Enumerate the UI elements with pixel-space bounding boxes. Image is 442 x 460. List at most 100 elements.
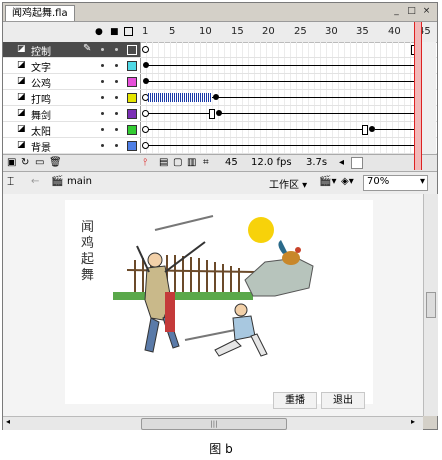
- layer-name[interactable]: 背景: [31, 139, 51, 154]
- zoom-select[interactable]: 70% ▾: [363, 175, 428, 191]
- lock-dot[interactable]: [115, 48, 118, 51]
- layer-row[interactable]: ◪ 文字: [3, 58, 437, 74]
- lock-dot[interactable]: [115, 96, 118, 99]
- layer-frames[interactable]: [141, 74, 421, 89]
- layer-name[interactable]: 文字: [31, 59, 51, 74]
- scene-name[interactable]: main: [67, 176, 92, 187]
- document-tab-bar: 闻鸡起舞.fla _ □ ×: [3, 3, 437, 22]
- onion-outline-icon[interactable]: ▢: [173, 157, 182, 168]
- frame-span: [148, 145, 416, 146]
- lock-icon[interactable]: ■: [110, 27, 119, 37]
- close-button[interactable]: ×: [420, 5, 433, 18]
- restore-button[interactable]: □: [405, 5, 418, 18]
- layer-color-swatch[interactable]: [127, 125, 137, 135]
- visibility-dot[interactable]: [101, 96, 104, 99]
- frame-number: 35: [356, 26, 369, 37]
- visibility-dot[interactable]: [101, 48, 104, 51]
- layer-color-swatch[interactable]: [127, 61, 137, 71]
- timeline-header: ● ■ 1 5 10 15 20 25 30 35 40 45: [3, 22, 437, 43]
- visibility-dot[interactable]: [101, 80, 104, 83]
- playhead[interactable]: [414, 22, 422, 170]
- frame-number: 15: [231, 26, 244, 37]
- layer-row[interactable]: ◪ 背景: [3, 138, 437, 154]
- layer-color-swatch[interactable]: [127, 141, 137, 151]
- layer-color-swatch[interactable]: [127, 45, 137, 55]
- minimize-button[interactable]: _: [390, 5, 403, 18]
- frame-end-marker: [362, 125, 368, 135]
- stage-vertical-scrollbar[interactable]: [423, 194, 438, 416]
- visibility-dot[interactable]: [101, 64, 104, 67]
- new-layer-icon[interactable]: ▣: [7, 157, 16, 168]
- layer-header[interactable]: ◪ 公鸡: [3, 74, 141, 90]
- onion-skin-icon[interactable]: ▤: [159, 157, 168, 168]
- frame-number: 5: [169, 26, 176, 37]
- layer-color-swatch[interactable]: [127, 109, 137, 119]
- document-tab[interactable]: 闻鸡起舞.fla: [5, 5, 75, 21]
- layer-frames[interactable]: [141, 122, 421, 137]
- frame-rate: 12.0 fps: [251, 157, 292, 168]
- layer-name[interactable]: 舞剑: [31, 107, 51, 122]
- layer-frames[interactable]: [141, 138, 421, 153]
- layer-name[interactable]: 太阳: [31, 123, 51, 138]
- layer-frames[interactable]: [141, 42, 426, 57]
- replay-button[interactable]: 重播: [273, 392, 317, 409]
- layer-row[interactable]: ◪ 太阳: [3, 122, 437, 138]
- lock-dot[interactable]: [115, 64, 118, 67]
- scroll-left-icon[interactable]: ◂: [6, 417, 10, 426]
- elapsed-time: 3.7s: [306, 157, 328, 168]
- layer-header[interactable]: ◪ 太阳: [3, 122, 141, 138]
- onion-markers-icon[interactable]: ⌗: [203, 157, 209, 168]
- stage-hscroll-thumb[interactable]: |||: [141, 418, 287, 430]
- new-folder-icon[interactable]: ▭: [35, 157, 44, 168]
- layer-frames[interactable]: [141, 106, 421, 121]
- layer-row[interactable]: ◪ 控制 ✎: [3, 42, 437, 58]
- scroll-left-icon[interactable]: ◂: [339, 157, 344, 168]
- layer-row[interactable]: ◪ 打鸣: [3, 90, 437, 106]
- layer-color-swatch[interactable]: [127, 77, 137, 87]
- layer-header[interactable]: ◪ 舞剑: [3, 106, 141, 122]
- frame-end-marker: [209, 109, 215, 119]
- layer-color-swatch[interactable]: [127, 93, 137, 103]
- motion-tween-arrow: [375, 129, 415, 130]
- timeline-hscroll-thumb[interactable]: [351, 157, 363, 169]
- edit-multiple-icon[interactable]: ▥: [187, 157, 196, 168]
- layer-header[interactable]: ◪ 文字: [3, 58, 141, 74]
- exit-button[interactable]: 退出: [321, 392, 365, 409]
- visibility-dot[interactable]: [101, 112, 104, 115]
- frame-span: [148, 65, 418, 66]
- eye-icon[interactable]: ●: [95, 27, 103, 37]
- visibility-dot[interactable]: [101, 128, 104, 131]
- lock-dot[interactable]: [115, 80, 118, 83]
- layer-row[interactable]: ◪ 公鸡: [3, 74, 437, 90]
- scene-icon: 🎬: [51, 176, 64, 187]
- layer-header[interactable]: ◪ 背景: [3, 138, 141, 154]
- layer-frames[interactable]: [141, 58, 421, 73]
- layer-header[interactable]: ◪ 打鸣: [3, 90, 141, 106]
- toggle-timeline-icon[interactable]: ⌶: [7, 174, 14, 189]
- scroll-right-icon[interactable]: ▸: [411, 417, 415, 426]
- stage-horizontal-scrollbar[interactable]: ◂ ||| ▸: [3, 416, 423, 430]
- lock-dot[interactable]: [115, 128, 118, 131]
- workspace-dropdown[interactable]: 工作区 ▾: [269, 176, 307, 191]
- layer-header[interactable]: ◪ 控制 ✎: [3, 42, 141, 58]
- edit-symbol-icon[interactable]: ◈▾: [341, 176, 354, 187]
- lock-dot[interactable]: [115, 112, 118, 115]
- lock-dot[interactable]: [115, 144, 118, 147]
- stage-vscroll-thumb[interactable]: [426, 292, 436, 318]
- center-frame-icon[interactable]: ⫯: [143, 157, 147, 168]
- layer-row[interactable]: ◪ 舞剑: [3, 106, 437, 122]
- keyframe: [213, 94, 219, 100]
- visibility-dot[interactable]: [101, 144, 104, 147]
- timeline-vertical-scrollbar[interactable]: [421, 42, 436, 154]
- outline-icon[interactable]: [124, 27, 133, 36]
- delete-layer-icon[interactable]: 🗑: [49, 157, 62, 168]
- layer-name[interactable]: 公鸡: [31, 75, 51, 90]
- frame-span: [148, 113, 210, 114]
- edit-scene-icon[interactable]: 🎬▾: [319, 176, 336, 187]
- frame-number: 10: [199, 26, 212, 37]
- back-arrow-icon[interactable]: ←: [31, 176, 39, 187]
- motion-guide-icon[interactable]: ↻: [21, 157, 29, 168]
- layer-frames[interactable]: [141, 90, 421, 105]
- layer-name[interactable]: 控制: [31, 43, 51, 58]
- layer-name[interactable]: 打鸣: [31, 91, 51, 106]
